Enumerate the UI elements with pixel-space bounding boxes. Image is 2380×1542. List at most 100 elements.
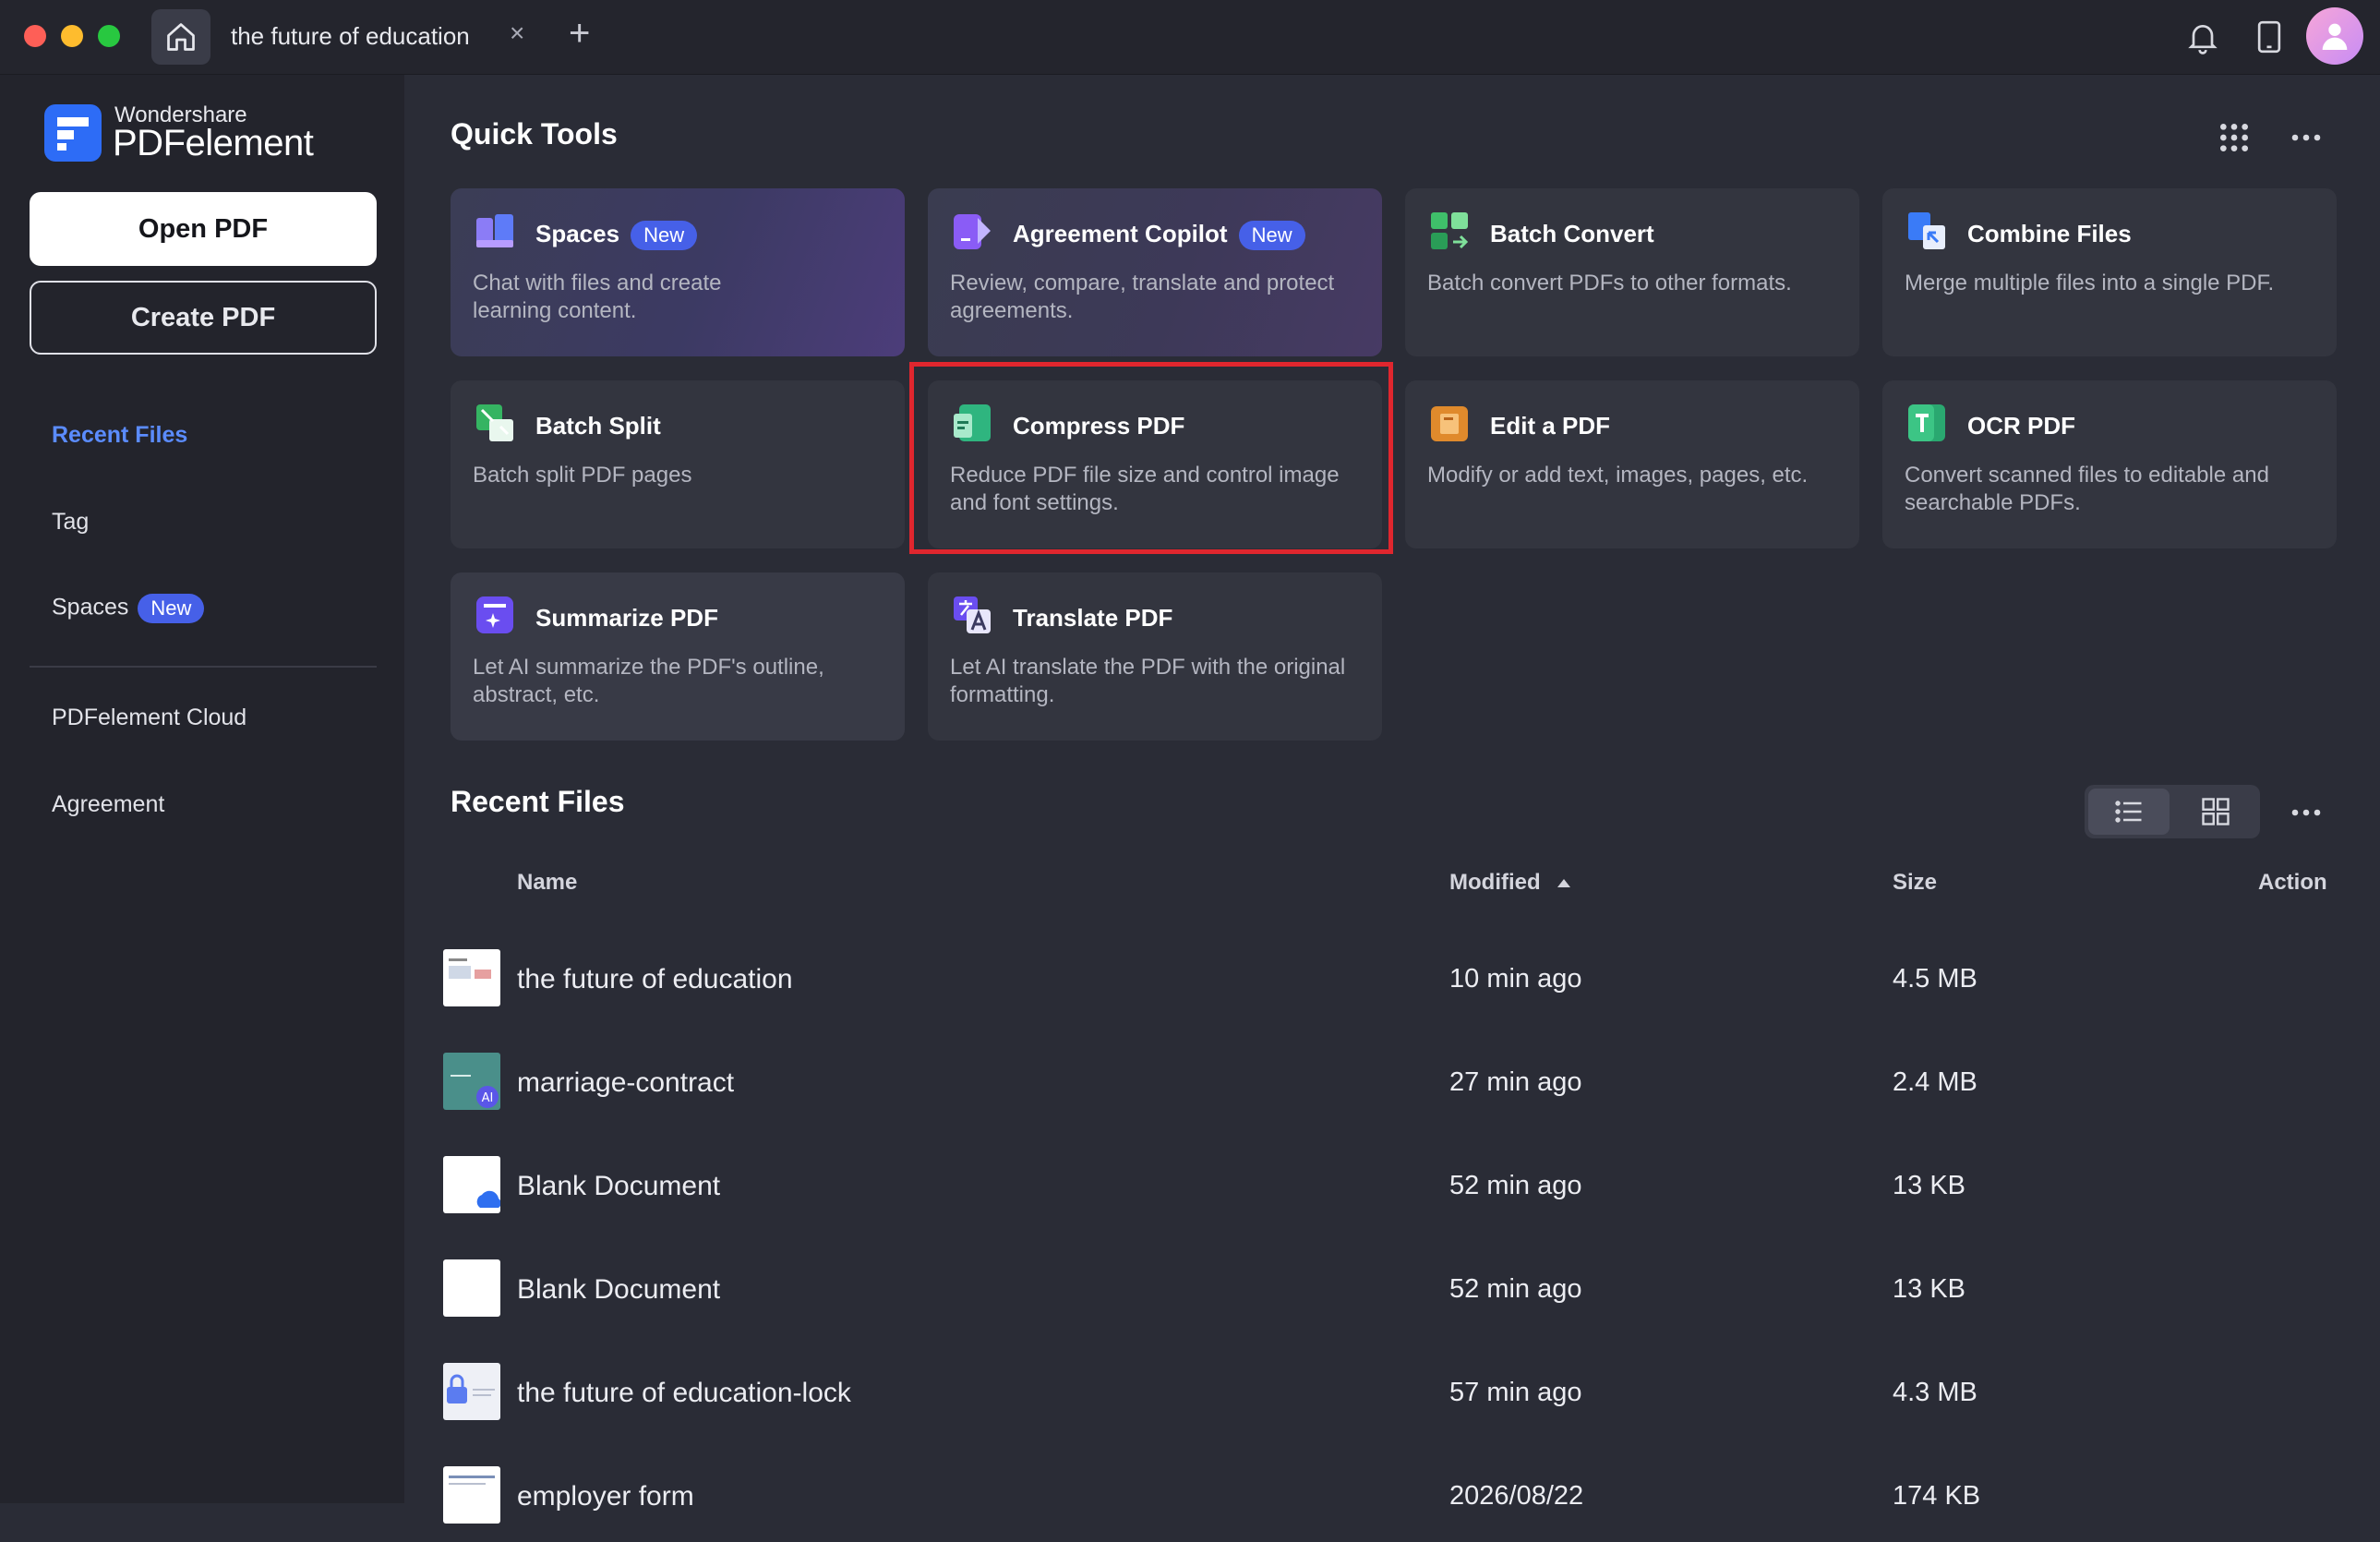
translate-pdf-icon	[954, 596, 991, 633]
column-header-action: Action	[2258, 870, 2327, 895]
tool-description: Modify or add text, images, pages, etc.	[1427, 463, 1809, 488]
sidebar-divider	[30, 666, 377, 668]
tool-title: Edit a PDF	[1490, 412, 1611, 440]
file-modified: 57 min ago	[1449, 1378, 1582, 1407]
tab-close-icon[interactable]: ×	[510, 20, 524, 46]
close-window-button[interactable]	[24, 25, 46, 47]
view-toggle	[2085, 785, 2260, 838]
column-header-name[interactable]: Name	[517, 870, 577, 896]
file-size: 4.5 MB	[1893, 964, 1977, 994]
sidebar-item-pdfelement-cloud[interactable]: PDFelement Cloud	[52, 705, 246, 731]
list-view-icon	[2115, 801, 2142, 823]
table-row[interactable]: AI marriage-contract 27 min ago 2.4 MB	[439, 1036, 2360, 1128]
file-modified: 10 min ago	[1449, 964, 1582, 994]
new-badge: New	[631, 221, 698, 251]
tool-card-edit-pdf[interactable]: Edit a PDF Modify or add text, images, p…	[1405, 380, 1859, 548]
tool-title: Combine Files	[1967, 220, 2132, 247]
sidebar-item-agreement[interactable]: Agreement	[52, 791, 164, 818]
file-name: Blank Document	[517, 1274, 721, 1305]
tool-description: Batch convert PDFs to other formats.	[1427, 271, 1792, 295]
file-size: 2.4 MB	[1893, 1067, 1977, 1097]
column-header-size[interactable]: Size	[1893, 870, 1937, 896]
column-header-modified[interactable]: Modified	[1449, 870, 1572, 896]
file-thumbnail	[443, 1363, 500, 1420]
sidebar: Wondershare PDFelement Open PDF Create P…	[0, 75, 404, 1503]
file-thumbnail: AI	[443, 1053, 500, 1110]
file-thumbnail	[443, 949, 500, 1006]
file-modified: 52 min ago	[1449, 1171, 1582, 1200]
table-row[interactable]: the future of education 10 min ago 4.5 M…	[439, 933, 2360, 1025]
tool-title: Translate PDF	[1013, 604, 1173, 632]
more-options-icon[interactable]	[2288, 121, 2325, 159]
highlight-box	[909, 362, 1393, 554]
grid-view-button[interactable]	[2175, 789, 2256, 835]
apps-grid-icon[interactable]	[2216, 119, 2253, 161]
ocr-pdf-icon	[1908, 404, 1945, 441]
svg-text:AI: AI	[482, 1091, 494, 1105]
tool-card-agreement-copilot[interactable]: Agreement Copilot New Review, compare, tr…	[928, 188, 1382, 356]
tool-title: OCR PDF	[1967, 412, 2075, 440]
table-row[interactable]: the future of education-lock 57 min ago …	[439, 1346, 2360, 1439]
file-name: Blank Document	[517, 1171, 721, 1201]
tool-card-ocr-pdf[interactable]: OCR PDF Convert scanned files to editabl…	[1882, 380, 2337, 548]
create-pdf-button[interactable]: Create PDF	[30, 281, 377, 355]
sidebar-item-tag[interactable]: Tag	[52, 509, 89, 536]
home-icon	[167, 23, 195, 51]
maximize-window-button[interactable]	[98, 25, 120, 47]
minimize-window-button[interactable]	[61, 25, 83, 47]
new-tab-button[interactable]: +	[569, 15, 590, 52]
list-view-button[interactable]	[2088, 789, 2170, 835]
recent-more-options-icon[interactable]	[2288, 796, 2325, 834]
new-badge: New	[1238, 221, 1305, 251]
sidebar-item-spaces[interactable]: Spaces New	[52, 594, 205, 623]
sidebar-item-recent-files[interactable]: Recent Files	[52, 422, 187, 449]
tool-card-combine-files[interactable]: Combine Files Merge multiple files into …	[1882, 188, 2337, 356]
tool-description: Chat with files and create learning cont…	[473, 271, 722, 323]
file-name: employer form	[517, 1481, 694, 1512]
tool-description: Let AI summarize the PDF's outline, abst…	[473, 655, 824, 707]
home-button[interactable]	[151, 9, 210, 65]
tool-card-spaces[interactable]: Spaces New Chat with files and create lea…	[451, 188, 905, 356]
file-size: 13 KB	[1893, 1274, 1965, 1304]
tool-card-summarize-pdf[interactable]: Summarize PDF Let AI summarize the PDF's…	[451, 572, 905, 741]
file-size: 174 KB	[1893, 1481, 1981, 1511]
tool-description: Convert scanned files to editable and se…	[1905, 463, 2269, 515]
recent-files-title: Recent Files	[451, 785, 625, 818]
quick-tools-title: Quick Tools	[451, 117, 618, 151]
tool-title: Summarize PDF	[535, 604, 718, 632]
new-badge: New	[138, 594, 205, 623]
tool-description: Let AI translate the PDF with the origin…	[950, 655, 1346, 707]
grid-view-icon	[2202, 798, 2230, 825]
file-modified: 27 min ago	[1449, 1067, 1582, 1097]
file-thumbnail	[443, 1259, 500, 1317]
sort-ascending-icon	[1557, 879, 1571, 887]
agreement-copilot-icon	[954, 214, 991, 249]
tablet-icon[interactable]	[2247, 15, 2291, 59]
pdfelement-logo-icon	[44, 104, 102, 162]
bell-icon[interactable]	[2181, 15, 2225, 59]
tool-title: Spaces	[535, 220, 620, 247]
file-name: the future of education-lock	[517, 1378, 851, 1408]
tab-title[interactable]: the future of education	[231, 22, 470, 51]
open-pdf-button[interactable]: Open PDF	[30, 192, 377, 266]
file-modified: 2026/08/22	[1449, 1481, 1584, 1511]
tool-title: Batch Convert	[1490, 220, 1654, 247]
tool-title: Batch Split	[535, 412, 661, 440]
table-row[interactable]: employer form 2026/08/22 174 KB	[439, 1450, 2360, 1542]
file-thumbnail	[443, 1466, 500, 1524]
file-name: the future of education	[517, 964, 793, 994]
summarize-pdf-icon	[476, 596, 513, 633]
tool-description: Review, compare, translate and protect a…	[950, 271, 1335, 323]
tool-card-translate-pdf[interactable]: Translate PDF Let AI translate the PDF w…	[928, 572, 1382, 741]
file-thumbnail	[443, 1156, 501, 1213]
tool-card-batch-convert[interactable]: Batch Convert Batch convert PDFs to othe…	[1405, 188, 1859, 356]
title-bar: the future of education × +	[0, 0, 2380, 75]
user-avatar[interactable]	[2306, 7, 2363, 65]
tool-card-batch-split[interactable]: Batch Split Batch split PDF pages	[451, 380, 905, 548]
file-modified: 52 min ago	[1449, 1274, 1582, 1304]
table-row[interactable]: Blank Document 52 min ago 13 KB	[439, 1139, 2360, 1232]
batch-split-icon	[476, 404, 513, 441]
table-row[interactable]: Blank Document 52 min ago 13 KB	[439, 1243, 2360, 1335]
column-header-label: Modified	[1449, 870, 1541, 895]
tool-title: Agreement Copilot	[1013, 220, 1228, 247]
